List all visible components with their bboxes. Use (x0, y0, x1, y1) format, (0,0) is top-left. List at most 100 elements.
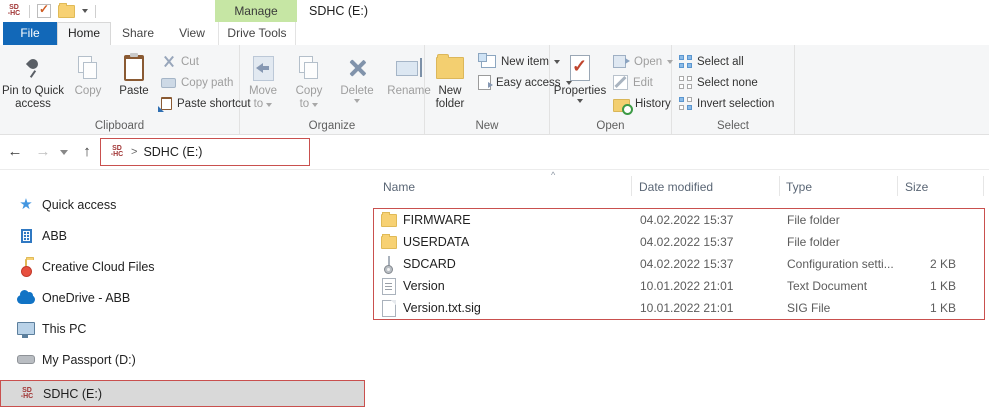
copy-to-button[interactable]: Copy to (286, 49, 332, 113)
history-button[interactable]: History (610, 93, 676, 114)
quick-access-toolbar: SD-HC (0, 0, 989, 22)
sidebar-item-sdhc[interactable]: SD-HC SDHC (E:) (0, 380, 365, 407)
tab-file[interactable]: File (3, 22, 57, 45)
file-name: USERDATA (403, 231, 469, 253)
select-all-button[interactable]: Select all (676, 51, 777, 72)
copy-path-icon (161, 78, 176, 88)
column-separator[interactable] (983, 176, 984, 196)
annotation-box-file-rows: FIRMWARE 04.02.2022 15:37 File folder US… (373, 208, 985, 320)
move-to-button[interactable]: Move to (240, 49, 286, 113)
new-folder-button[interactable]: New folder (425, 49, 475, 113)
column-header-date-modified[interactable]: Date modified (639, 180, 713, 194)
breadcrumb[interactable]: SD-HC > SDHC (E:) (100, 138, 310, 166)
properties-button[interactable]: Properties (550, 49, 610, 105)
column-header-name[interactable]: Name (383, 180, 415, 194)
sidebar-item-abb[interactable]: ABB (0, 222, 365, 249)
button-label: folder (436, 98, 465, 111)
sig-file-icon (382, 300, 396, 317)
file-row-version[interactable]: Version 10.01.2022 21:01 Text Document 1… (374, 275, 984, 297)
onedrive-cloud-icon (17, 295, 35, 304)
select-none-icon (679, 76, 692, 89)
separator (29, 5, 30, 18)
paste-button[interactable]: Paste (110, 49, 158, 100)
ribbon-empty-area (795, 45, 989, 134)
file-name: FIRMWARE (403, 209, 471, 231)
button-label: Invert selection (697, 98, 774, 110)
invert-selection-button[interactable]: Invert selection (676, 93, 777, 114)
ribbon: Pin to Quick access Copy Paste Cut (0, 45, 989, 135)
file-row-version-txt-sig[interactable]: Version.txt.sig 10.01.2022 21:01 SIG Fil… (374, 297, 984, 319)
tab-share[interactable]: Share (111, 22, 165, 45)
button-label: Delete (340, 85, 373, 98)
tab-home[interactable]: Home (57, 22, 111, 45)
tab-view[interactable]: View (165, 22, 219, 45)
file-type: File folder (787, 209, 840, 231)
file-name: Version.txt.sig (403, 297, 481, 319)
dropdown-caret-icon (354, 99, 360, 103)
sidebar-item-creative-cloud-files[interactable]: Creative Cloud Files (0, 253, 365, 280)
delete-x-icon (347, 58, 367, 78)
sidebar-item-onedrive-abb[interactable]: OneDrive - ABB (0, 284, 365, 311)
pin-to-quick-access-button[interactable]: Pin to Quick access (0, 49, 66, 113)
navigation-pane: ★ Quick access ABB Creative Cloud Files … (0, 170, 366, 409)
column-header-type[interactable]: Type (786, 180, 812, 194)
tab-drive-tools[interactable]: Drive Tools (218, 22, 296, 45)
file-size: 1 KB (873, 297, 956, 319)
separator (95, 5, 96, 18)
external-drive-icon (17, 355, 35, 364)
button-label: to (254, 98, 264, 110)
column-header-size[interactable]: Size (905, 180, 928, 194)
sort-ascending-icon: ^ (551, 170, 555, 180)
sidebar-item-label: Quick access (42, 198, 116, 212)
file-date: 04.02.2022 15:37 (640, 209, 733, 231)
file-type: File folder (787, 231, 840, 253)
breadcrumb-drive-label: SDHC (E:) (143, 145, 202, 159)
group-label-select: Select (672, 120, 794, 132)
sidebar-item-label: This PC (42, 322, 86, 336)
open-icon (613, 55, 626, 68)
file-date: 10.01.2022 21:01 (640, 297, 733, 319)
column-separator[interactable] (631, 176, 632, 196)
button-label: Copy (75, 85, 102, 98)
button-label: Copy path (181, 77, 233, 89)
button-label: Select none (697, 77, 758, 89)
sidebar-item-quick-access[interactable]: ★ Quick access (0, 191, 365, 218)
copy-button[interactable]: Copy (66, 49, 110, 100)
up-button[interactable]: ↑ (76, 136, 98, 168)
ribbon-group-new: New folder New item Easy access (425, 45, 550, 134)
file-row-sdcard[interactable]: SDCARD 04.02.2022 15:37 Configuration se… (374, 253, 984, 275)
recent-locations-chevron-icon[interactable] (60, 150, 68, 155)
folder-icon[interactable] (58, 5, 75, 18)
open-button[interactable]: Open (610, 51, 676, 72)
sidebar-item-my-passport[interactable]: My Passport (D:) (0, 346, 365, 373)
copy-icon (78, 56, 98, 80)
file-size (873, 231, 956, 253)
history-icon (613, 99, 630, 112)
sdhc-drive-icon: SD-HC (6, 5, 22, 17)
sidebar-item-this-pc[interactable]: This PC (0, 315, 365, 342)
delete-button[interactable]: Delete (332, 49, 382, 105)
file-size (873, 209, 956, 231)
edit-button[interactable]: Edit (610, 72, 676, 93)
forward-button[interactable]: → (32, 136, 54, 168)
button-label: Edit (633, 77, 653, 89)
column-separator[interactable] (897, 176, 898, 196)
computer-icon (17, 322, 35, 335)
group-label-new: New (425, 120, 549, 132)
file-type: SIG File (787, 297, 830, 319)
select-none-button[interactable]: Select none (676, 72, 777, 93)
file-date: 04.02.2022 15:37 (640, 253, 733, 275)
back-button[interactable]: ← (4, 136, 26, 168)
pin-icon (24, 56, 42, 80)
qat-dropdown-caret-icon[interactable] (82, 9, 88, 13)
sdhc-drive-icon: SD-HC (19, 388, 35, 400)
scissors-icon (161, 55, 176, 68)
column-separator[interactable] (779, 176, 780, 196)
file-row-userdata[interactable]: USERDATA 04.02.2022 15:37 File folder (374, 231, 984, 253)
properties-check-icon[interactable] (37, 4, 51, 18)
easy-access-icon (478, 75, 491, 90)
properties-icon (570, 55, 590, 81)
file-row-firmware[interactable]: FIRMWARE 04.02.2022 15:37 File folder (374, 209, 984, 231)
sidebar-item-label: SDHC (E:) (43, 387, 102, 401)
ribbon-tab-row: File Home Share View Drive Tools (0, 22, 989, 45)
